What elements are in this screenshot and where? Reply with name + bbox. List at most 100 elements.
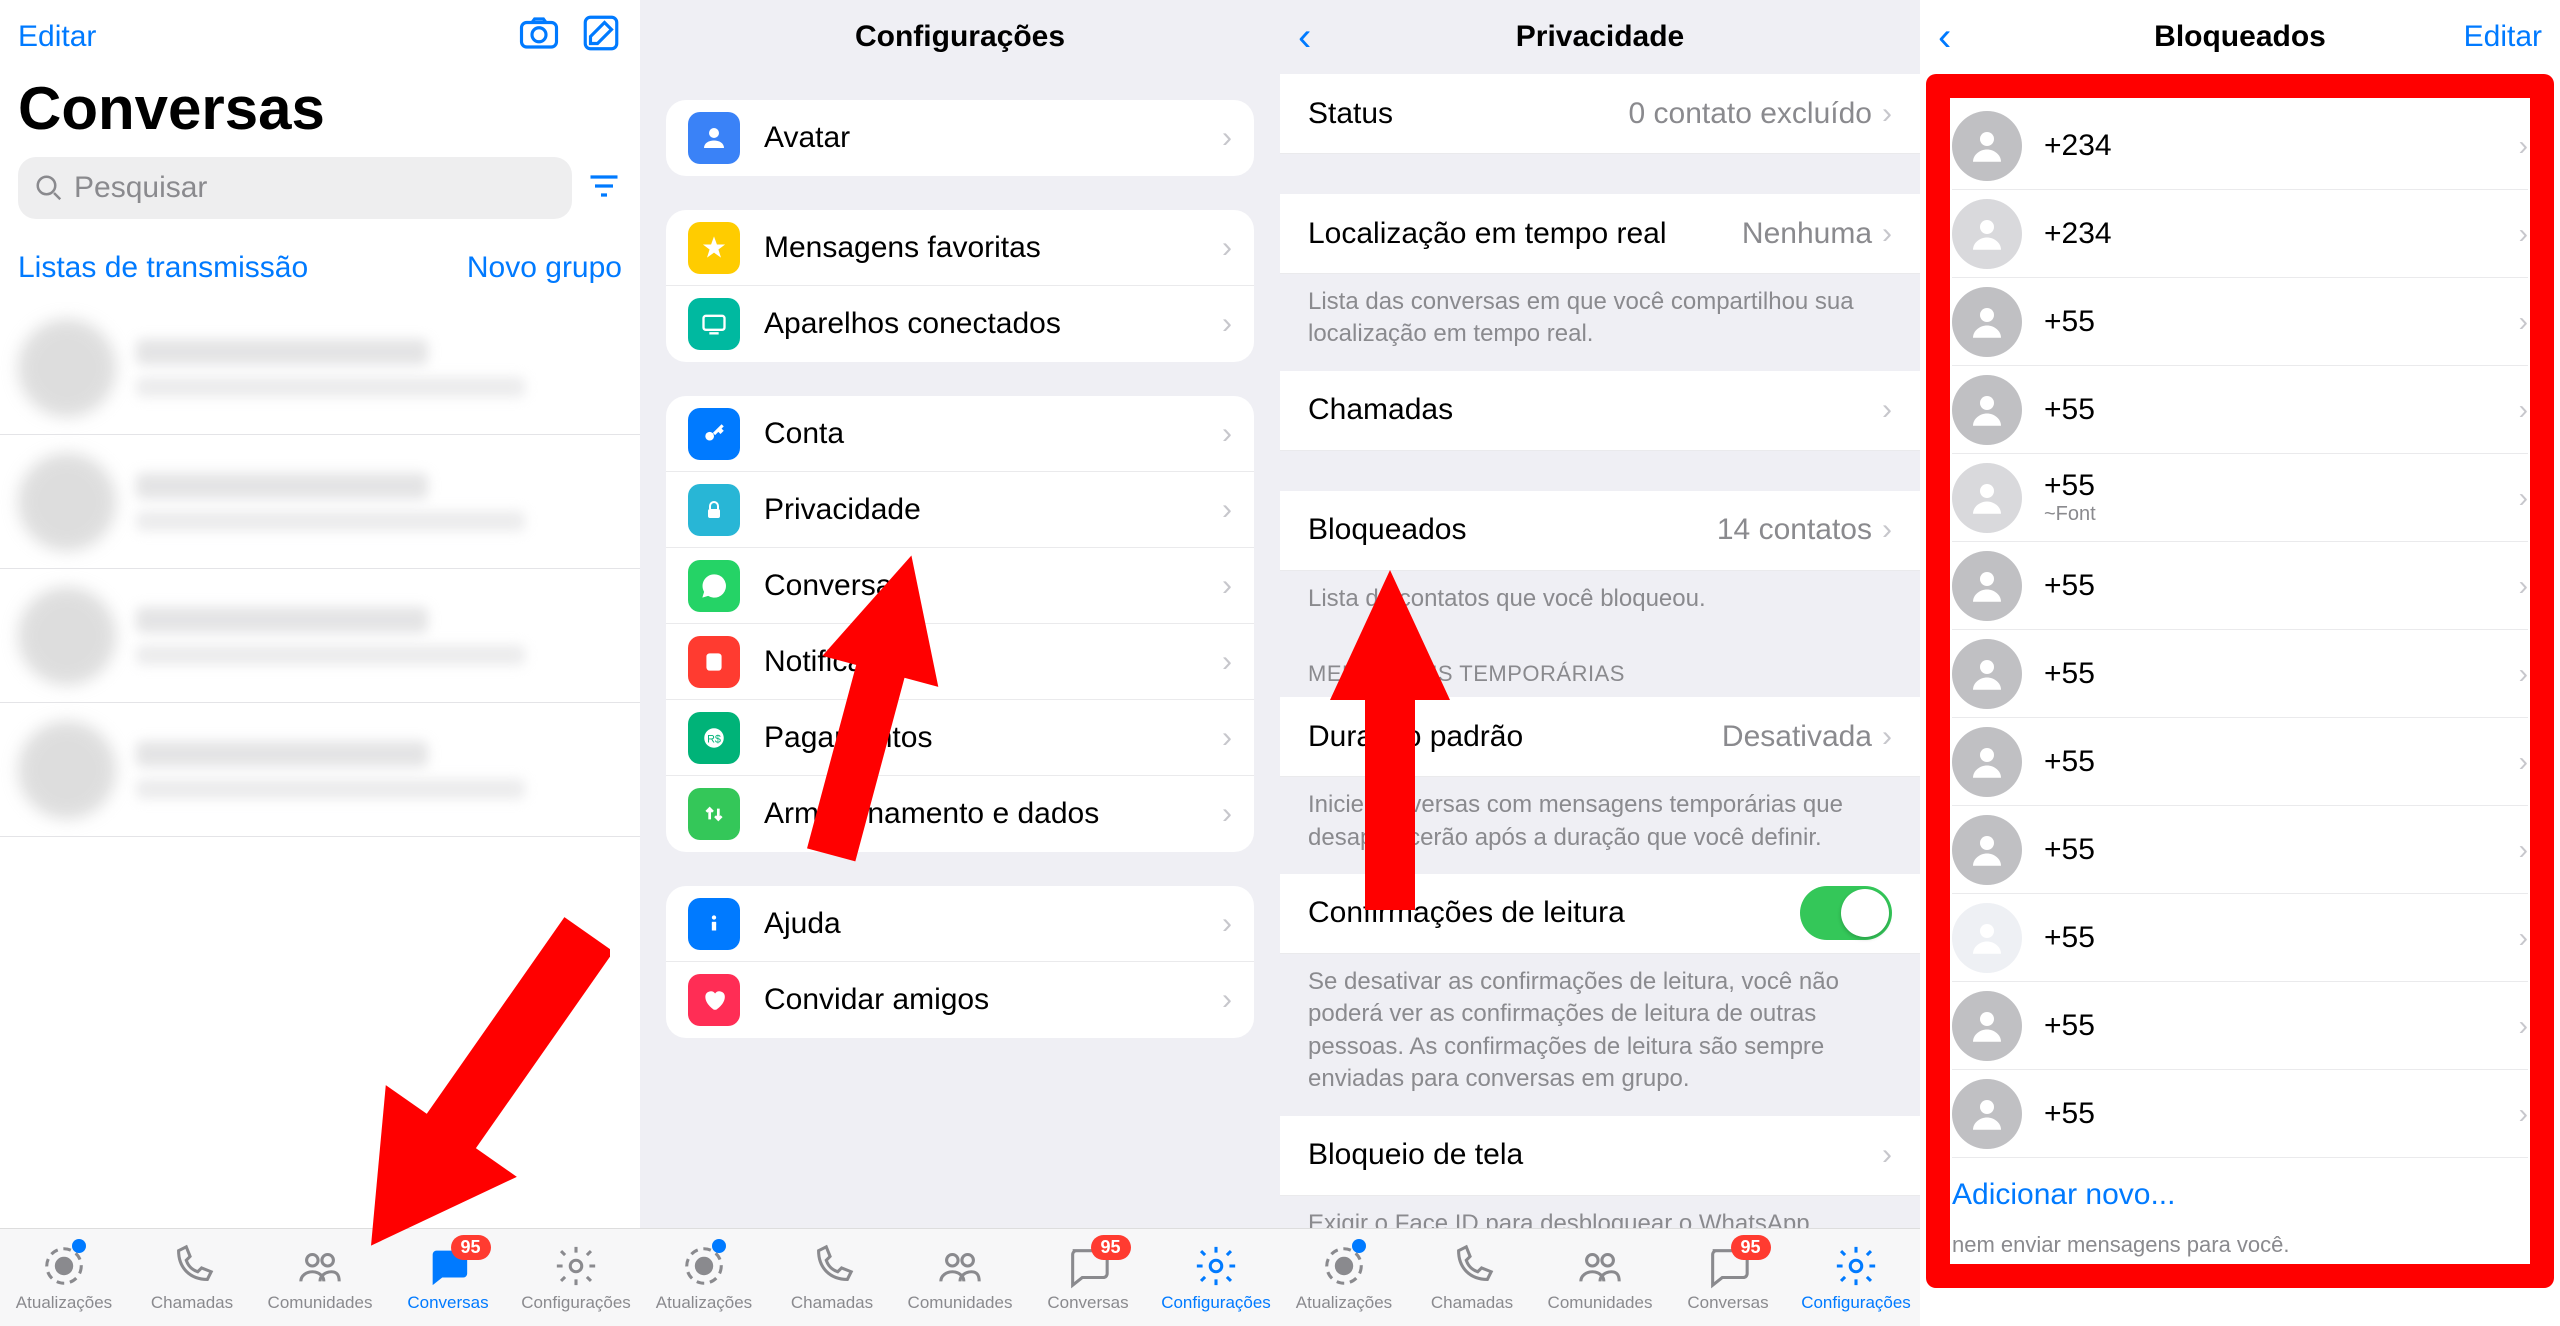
row-linked-devices[interactable]: Aparelhos conectados› bbox=[666, 286, 1254, 362]
chevron-right-icon: › bbox=[2519, 218, 2528, 250]
chat-badge: 95 bbox=[1091, 1235, 1131, 1260]
tab-communities[interactable]: Comunidades bbox=[256, 1229, 384, 1326]
tab-settings[interactable]: Configurações bbox=[512, 1229, 640, 1326]
contact-number: +234 bbox=[2044, 129, 2519, 163]
row-calls[interactable]: Chamadas› bbox=[1280, 371, 1920, 451]
tab-communities[interactable]: Comunidades bbox=[896, 1229, 1024, 1326]
chevron-right-icon: › bbox=[2519, 922, 2528, 954]
avatar bbox=[1952, 903, 2022, 973]
blocked-contact-row[interactable]: +55› bbox=[1952, 718, 2528, 806]
tab-settings[interactable]: Configurações bbox=[1152, 1229, 1280, 1326]
chat-item[interactable] bbox=[0, 569, 640, 703]
back-button[interactable]: ‹ bbox=[1298, 17, 1311, 57]
row-status[interactable]: Status0 contato excluído› bbox=[1280, 74, 1920, 154]
chevron-right-icon: › bbox=[2519, 482, 2528, 514]
key-icon bbox=[688, 408, 740, 460]
blocked-contact-row[interactable]: +234› bbox=[1952, 190, 2528, 278]
compose-icon[interactable] bbox=[580, 12, 622, 62]
blocked-body: +234›+234›+55›+55›+55~Font›+55›+55›+55›+… bbox=[1920, 74, 2560, 1326]
chevron-right-icon: › bbox=[2519, 1098, 2528, 1130]
blocked-contact-row[interactable]: +55› bbox=[1952, 630, 2528, 718]
edit-button[interactable]: Editar bbox=[18, 20, 96, 54]
add-new-link[interactable]: Adicionar novo... bbox=[1952, 1158, 2528, 1232]
back-button[interactable]: ‹ bbox=[1938, 17, 1951, 57]
contact-number: +55 bbox=[2044, 1097, 2519, 1131]
contact-number: +55 bbox=[2044, 469, 2519, 503]
blocked-contact-row[interactable]: +55› bbox=[1952, 542, 2528, 630]
avatar bbox=[1952, 551, 2022, 621]
section-header: MENSAGENS TEMPORÁRIAS bbox=[1280, 635, 1920, 697]
chevron-right-icon: › bbox=[1222, 569, 1232, 603]
chevron-right-icon: › bbox=[1222, 231, 1232, 265]
sub-actions: Listas de transmissão Novo grupo bbox=[0, 237, 640, 301]
payments-icon: R$ bbox=[688, 712, 740, 764]
chevron-right-icon: › bbox=[2519, 394, 2528, 426]
tab-calls[interactable]: Chamadas bbox=[1408, 1229, 1536, 1326]
privacy-panel: ‹ Privacidade Status0 contato excluído› … bbox=[1280, 0, 1920, 1326]
update-dot bbox=[712, 1239, 726, 1253]
row-default-duration[interactable]: Duração padrãoDesativada› bbox=[1280, 697, 1920, 777]
blocked-list: +234›+234›+55›+55›+55~Font›+55›+55›+55›+… bbox=[1920, 74, 2560, 1232]
blocked-contact-row[interactable]: +55› bbox=[1952, 366, 2528, 454]
row-invite[interactable]: Convidar amigos› bbox=[666, 962, 1254, 1038]
blocked-contact-row[interactable]: +55~Font› bbox=[1952, 454, 2528, 542]
row-favorites[interactable]: Mensagens favoritas› bbox=[666, 210, 1254, 286]
blocked-contact-row[interactable]: +234› bbox=[1952, 102, 2528, 190]
chat-item[interactable] bbox=[0, 703, 640, 837]
chevron-right-icon: › bbox=[1222, 721, 1232, 755]
read-note: Se desativar as confirmações de leitura,… bbox=[1280, 954, 1920, 1116]
blocked-contact-row[interactable]: +55› bbox=[1952, 278, 2528, 366]
avatar bbox=[1952, 991, 2022, 1061]
row-chats-settings[interactable]: Conversas› bbox=[666, 548, 1254, 624]
chevron-right-icon: › bbox=[1222, 307, 1232, 341]
row-payments[interactable]: R$Pagamentos› bbox=[666, 700, 1254, 776]
contact-number: +55 bbox=[2044, 393, 2519, 427]
search-input[interactable]: Pesquisar bbox=[18, 157, 572, 219]
update-dot bbox=[1352, 1239, 1366, 1253]
tab-chats[interactable]: 95Conversas bbox=[384, 1229, 512, 1326]
chevron-right-icon: › bbox=[2519, 130, 2528, 162]
tab-calls[interactable]: Chamadas bbox=[128, 1229, 256, 1326]
blocked-contact-row[interactable]: +55› bbox=[1952, 982, 2528, 1070]
page-title: Configurações bbox=[640, 20, 1280, 54]
tab-updates[interactable]: Atualizações bbox=[0, 1229, 128, 1326]
row-help[interactable]: Ajuda› bbox=[666, 886, 1254, 962]
contact-subtitle: ~Font bbox=[2044, 503, 2519, 526]
chat-item[interactable] bbox=[0, 435, 640, 569]
tab-chats[interactable]: 95Conversas bbox=[1024, 1229, 1152, 1326]
chat-item[interactable] bbox=[0, 301, 640, 435]
tab-communities[interactable]: Comunidades bbox=[1536, 1229, 1664, 1326]
row-notifications[interactable]: Notificações› bbox=[666, 624, 1254, 700]
avatar-icon bbox=[688, 112, 740, 164]
tab-updates[interactable]: Atualizações bbox=[640, 1229, 768, 1326]
filter-icon[interactable] bbox=[586, 168, 622, 209]
camera-icon[interactable] bbox=[518, 12, 560, 62]
row-read-receipts[interactable]: Confirmações de leitura bbox=[1280, 874, 1920, 954]
edit-button[interactable]: Editar bbox=[2464, 20, 2542, 54]
row-avatar[interactable]: Avatar› bbox=[666, 100, 1254, 176]
new-group-link[interactable]: Novo grupo bbox=[467, 251, 622, 285]
row-live-location[interactable]: Localização em tempo realNenhuma› bbox=[1280, 194, 1920, 274]
contact-number: +55 bbox=[2044, 657, 2519, 691]
avatar bbox=[1952, 111, 2022, 181]
blocked-contact-row[interactable]: +55› bbox=[1952, 806, 2528, 894]
chevron-right-icon: › bbox=[1882, 513, 1892, 547]
tab-calls[interactable]: Chamadas bbox=[768, 1229, 896, 1326]
broadcast-lists-link[interactable]: Listas de transmissão bbox=[18, 251, 308, 285]
avatar bbox=[1952, 1079, 2022, 1149]
chevron-right-icon: › bbox=[1222, 797, 1232, 831]
tab-settings[interactable]: Configurações bbox=[1792, 1229, 1920, 1326]
blocked-contact-row[interactable]: +55› bbox=[1952, 894, 2528, 982]
avatar bbox=[1952, 639, 2022, 709]
blocked-contact-row[interactable]: +55› bbox=[1952, 1070, 2528, 1158]
row-account[interactable]: Conta› bbox=[666, 396, 1254, 472]
page-title: Privacidade bbox=[1280, 20, 1920, 54]
row-storage[interactable]: Armazenamento e dados› bbox=[666, 776, 1254, 852]
tab-chats[interactable]: 95Conversas bbox=[1664, 1229, 1792, 1326]
tab-updates[interactable]: Atualizações bbox=[1280, 1229, 1408, 1326]
read-receipts-toggle[interactable] bbox=[1800, 886, 1892, 940]
row-blocked[interactable]: Bloqueados14 contatos› bbox=[1280, 491, 1920, 571]
chevron-right-icon: › bbox=[1882, 97, 1892, 131]
row-privacy[interactable]: Privacidade› bbox=[666, 472, 1254, 548]
row-screen-lock[interactable]: Bloqueio de tela› bbox=[1280, 1116, 1920, 1196]
